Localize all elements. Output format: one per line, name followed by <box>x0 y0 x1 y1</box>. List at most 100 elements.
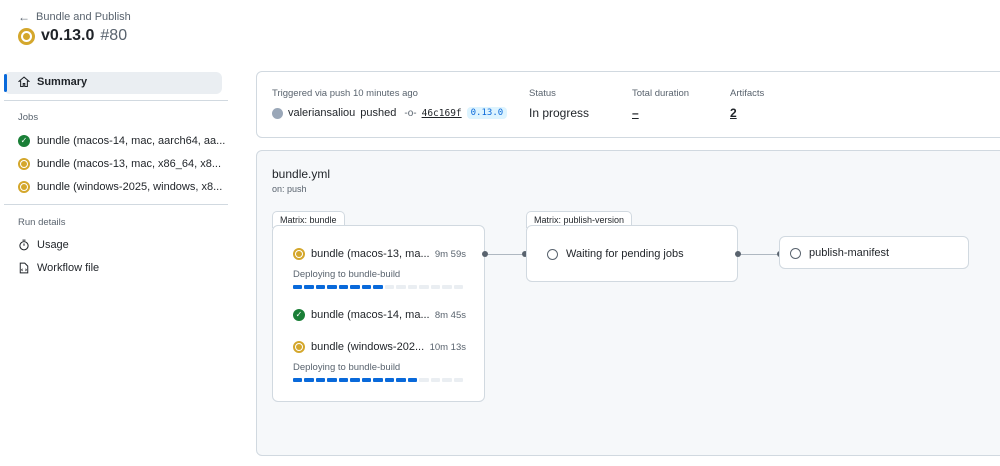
progress-segment <box>327 285 337 289</box>
job-duration: 9m 59s <box>434 248 466 260</box>
progress-segment <box>453 378 464 382</box>
progress-segment <box>384 285 395 289</box>
progress-segment <box>407 378 418 382</box>
progress-segment <box>419 285 429 289</box>
job-bundle-windows[interactable]: bundle (windows-202... 10m 13s <box>293 341 466 353</box>
check-circle-icon: ✓ <box>18 135 30 147</box>
commit-sha[interactable]: 46c169f <box>422 108 462 119</box>
duration-label: Total duration <box>632 88 690 99</box>
progress-segment <box>338 378 349 382</box>
job-bundle-macos-13[interactable]: bundle (macos-13, ma... 9m 59s <box>293 248 466 260</box>
sidebar-job-label: bundle (macos-13, mac, x86_64, x8... <box>37 158 222 170</box>
artifacts-count[interactable]: 2 <box>730 106 737 120</box>
job-duration: 8m 45s <box>434 309 466 321</box>
progress-segment <box>419 378 429 382</box>
job-name: bundle (macos-14, ma... <box>311 309 429 321</box>
pending-circle-icon <box>547 248 558 260</box>
progress-segment <box>384 378 395 382</box>
divider <box>4 204 228 205</box>
file-code-icon <box>19 262 29 274</box>
progress-segment <box>442 285 452 289</box>
run-details-heading: Run details <box>18 217 66 228</box>
progress-segment <box>293 285 303 289</box>
job-step: Deploying to bundle-build <box>293 362 401 373</box>
progress-segment <box>453 285 464 289</box>
connector-line <box>741 254 777 255</box>
duration-value[interactable]: – <box>632 106 639 120</box>
job-publish-manifest[interactable]: publish-manifest <box>790 247 889 259</box>
progress-segment <box>361 285 372 289</box>
progress-segment <box>304 378 314 382</box>
actor-name[interactable]: valeriansaliou <box>288 107 355 119</box>
active-indicator <box>4 74 7 92</box>
job-name: publish-manifest <box>809 247 890 259</box>
sidebar-item-label: Summary <box>37 76 88 88</box>
progress-segment <box>361 378 372 382</box>
sidebar-job-1[interactable]: ✓ bundle (macos-14, mac, aarch64, aa... <box>18 135 225 147</box>
sidebar-item-summary-row[interactable]: Summary <box>18 76 87 88</box>
job-publish-version[interactable]: Waiting for pending jobs <box>547 248 684 260</box>
sidebar-job-3[interactable]: bundle (windows-2025, windows, x8... <box>18 181 222 193</box>
progress-segment <box>338 285 349 289</box>
check-circle-icon: ✓ <box>293 309 305 321</box>
progress-segment <box>315 378 326 382</box>
job-name: Waiting for pending jobs <box>566 248 684 260</box>
in-progress-icon <box>18 181 30 193</box>
progress-segment <box>327 378 337 382</box>
job-progress-bar <box>293 285 464 289</box>
jobs-heading: Jobs <box>18 112 39 123</box>
commit-icon: -o- <box>404 107 417 119</box>
workflow-graph: bundle.yml on: push Matrix: bundle bundl… <box>256 150 1000 456</box>
sidebar-job-2[interactable]: bundle (macos-13, mac, x86_64, x8... <box>18 158 221 170</box>
avatar <box>272 107 283 119</box>
status-value: In progress <box>529 106 590 120</box>
progress-segment <box>442 378 452 382</box>
progress-segment <box>293 378 303 382</box>
workflow-file-name: bundle.yml <box>272 167 331 181</box>
back-link[interactable]: ← Bundle and Publish <box>18 10 131 24</box>
sidebar-job-label: bundle (windows-2025, windows, x8... <box>37 181 223 193</box>
progress-segment <box>373 378 383 382</box>
job-duration: 10m 13s <box>429 341 466 353</box>
sidebar-item-label: Usage <box>37 239 69 251</box>
progress-segment <box>350 285 360 289</box>
job-bundle-macos-14[interactable]: ✓ bundle (macos-14, ma... 8m 45s <box>293 309 466 321</box>
connector-line <box>488 254 522 255</box>
in-progress-icon <box>18 158 30 170</box>
matrix-bundle-box: bundle (macos-13, ma... 9m 59s Deploying… <box>272 225 485 402</box>
progress-segment <box>315 285 326 289</box>
status-label: Status <box>529 88 556 99</box>
run-title: v0.13.0 #80 <box>18 27 127 45</box>
progress-segment <box>304 285 314 289</box>
in-progress-icon <box>293 248 305 260</box>
run-summary-card: Triggered via push 10 minutes ago valeri… <box>256 71 1000 138</box>
job-name: bundle (windows-202... <box>311 341 424 353</box>
workflow-name: Bundle and Publish <box>36 11 131 23</box>
sidebar-item-usage[interactable]: Usage <box>18 239 69 251</box>
sidebar-item-label: Workflow file <box>37 262 100 274</box>
run-number: #80 <box>100 27 128 44</box>
stopwatch-icon <box>19 239 29 251</box>
progress-segment <box>396 285 406 289</box>
divider <box>4 100 228 101</box>
progress-segment <box>407 285 418 289</box>
progress-segment <box>396 378 406 382</box>
trigger-label: Triggered via push 10 minutes ago <box>272 88 418 99</box>
job-progress-bar <box>293 378 464 382</box>
arrow-left-icon: ← <box>18 10 30 24</box>
tag-badge[interactable]: 0.13.0 <box>466 107 508 119</box>
progress-segment <box>430 285 441 289</box>
home-icon <box>18 76 30 88</box>
progress-segment <box>430 378 441 382</box>
trigger-details: valeriansaliou pushed -o- 46c169f 0.13.0 <box>272 107 508 119</box>
artifacts-label: Artifacts <box>730 88 765 99</box>
workflow-trigger: on: push <box>272 184 307 194</box>
run-version: v0.13.0 <box>41 27 95 44</box>
publish-manifest-box[interactable]: publish-manifest <box>779 236 969 269</box>
job-step: Deploying to bundle-build <box>293 269 401 280</box>
action-text: pushed <box>360 107 397 119</box>
sidebar-item-workflow-file[interactable]: Workflow file <box>18 262 99 274</box>
sidebar-job-label: bundle (macos-14, mac, aarch64, aa... <box>37 135 226 147</box>
pending-circle-icon <box>790 247 801 259</box>
progress-segment <box>373 285 383 289</box>
